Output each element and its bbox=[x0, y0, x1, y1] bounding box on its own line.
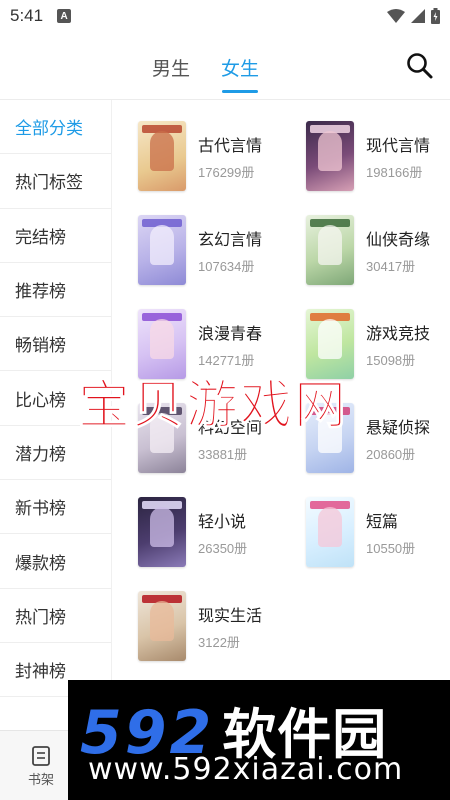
category-name: 古代言情 bbox=[198, 137, 263, 155]
category-name: 浪漫青春 bbox=[198, 325, 263, 343]
signal-icon bbox=[411, 9, 425, 23]
sidebar-item-recommended[interactable]: 推荐榜 bbox=[0, 263, 111, 318]
category-name: 轻小说 bbox=[198, 513, 247, 531]
category-name: 游戏竞技 bbox=[366, 325, 431, 343]
tab-male[interactable]: 男生 bbox=[152, 54, 190, 81]
book-cover bbox=[306, 121, 354, 191]
book-cover bbox=[138, 121, 186, 191]
book-cover bbox=[138, 591, 186, 661]
book-cover bbox=[306, 497, 354, 567]
category-name: 短篇 bbox=[366, 513, 399, 531]
category-item[interactable]: 轻小说 26350册 bbox=[138, 496, 298, 568]
sidebar-item-explosive[interactable]: 爆款榜 bbox=[0, 534, 111, 589]
category-count: 26350册 bbox=[198, 540, 248, 556]
app-notification-icon: A bbox=[57, 9, 72, 23]
book-cover bbox=[138, 215, 186, 285]
category-item[interactable]: 现实生活 3122册 bbox=[138, 590, 298, 662]
wifi-icon bbox=[387, 9, 405, 23]
category-count: 3122册 bbox=[198, 634, 240, 650]
tab-female[interactable]: 女生 bbox=[221, 54, 259, 81]
category-item[interactable]: 玄幻言情 107634册 bbox=[138, 214, 298, 286]
top-bar: 男生 女生 bbox=[0, 32, 450, 100]
status-indicators bbox=[387, 8, 440, 24]
search-button[interactable] bbox=[404, 50, 436, 82]
category-count: 33881册 bbox=[198, 446, 248, 462]
category-count: 30417册 bbox=[366, 258, 416, 274]
sidebar-item-popular[interactable]: 热门榜 bbox=[0, 589, 111, 643]
category-count: 20860册 bbox=[366, 446, 416, 462]
status-time: 5:41 bbox=[10, 6, 44, 25]
category-name: 现代言情 bbox=[366, 137, 431, 155]
category-item[interactable]: 现代言情 198166册 bbox=[306, 120, 450, 192]
active-tab-indicator bbox=[222, 90, 258, 93]
category-count: 10550册 bbox=[366, 540, 416, 556]
nav-bookshelf-label: 书架 bbox=[28, 772, 55, 787]
status-bar: 5:41 A bbox=[0, 0, 450, 32]
category-item[interactable]: 仙侠奇缘 30417册 bbox=[306, 214, 450, 286]
watermark-text: 宝贝游戏网 bbox=[77, 376, 349, 437]
sidebar-item-hot-tags[interactable]: 热门标签 bbox=[0, 154, 111, 209]
category-count: 107634册 bbox=[198, 258, 255, 274]
category-name: 玄幻言情 bbox=[198, 231, 263, 249]
watermark-url: www.592xiazai.com bbox=[88, 752, 404, 787]
sidebar-item-finished[interactable]: 完结榜 bbox=[0, 209, 111, 263]
sidebar-item-all[interactable]: 全部分类 bbox=[0, 100, 111, 155]
category-name: 悬疑侦探 bbox=[366, 419, 431, 437]
category-item[interactable]: 古代言情 176299册 bbox=[138, 120, 298, 192]
nav-bookshelf[interactable]: 书架 bbox=[28, 745, 54, 788]
category-count: 15098册 bbox=[366, 352, 416, 368]
bookshelf-icon bbox=[32, 746, 50, 766]
category-name: 仙侠奇缘 bbox=[366, 231, 431, 249]
category-count: 176299册 bbox=[198, 164, 255, 180]
category-count: 198166册 bbox=[366, 164, 423, 180]
search-icon bbox=[407, 53, 433, 79]
sidebar-item-new[interactable]: 新书榜 bbox=[0, 480, 111, 535]
category-name: 现实生活 bbox=[198, 607, 263, 625]
category-item[interactable]: 短篇 10550册 bbox=[306, 496, 450, 568]
book-cover bbox=[306, 215, 354, 285]
battery-icon bbox=[431, 8, 440, 24]
book-cover bbox=[138, 497, 186, 567]
